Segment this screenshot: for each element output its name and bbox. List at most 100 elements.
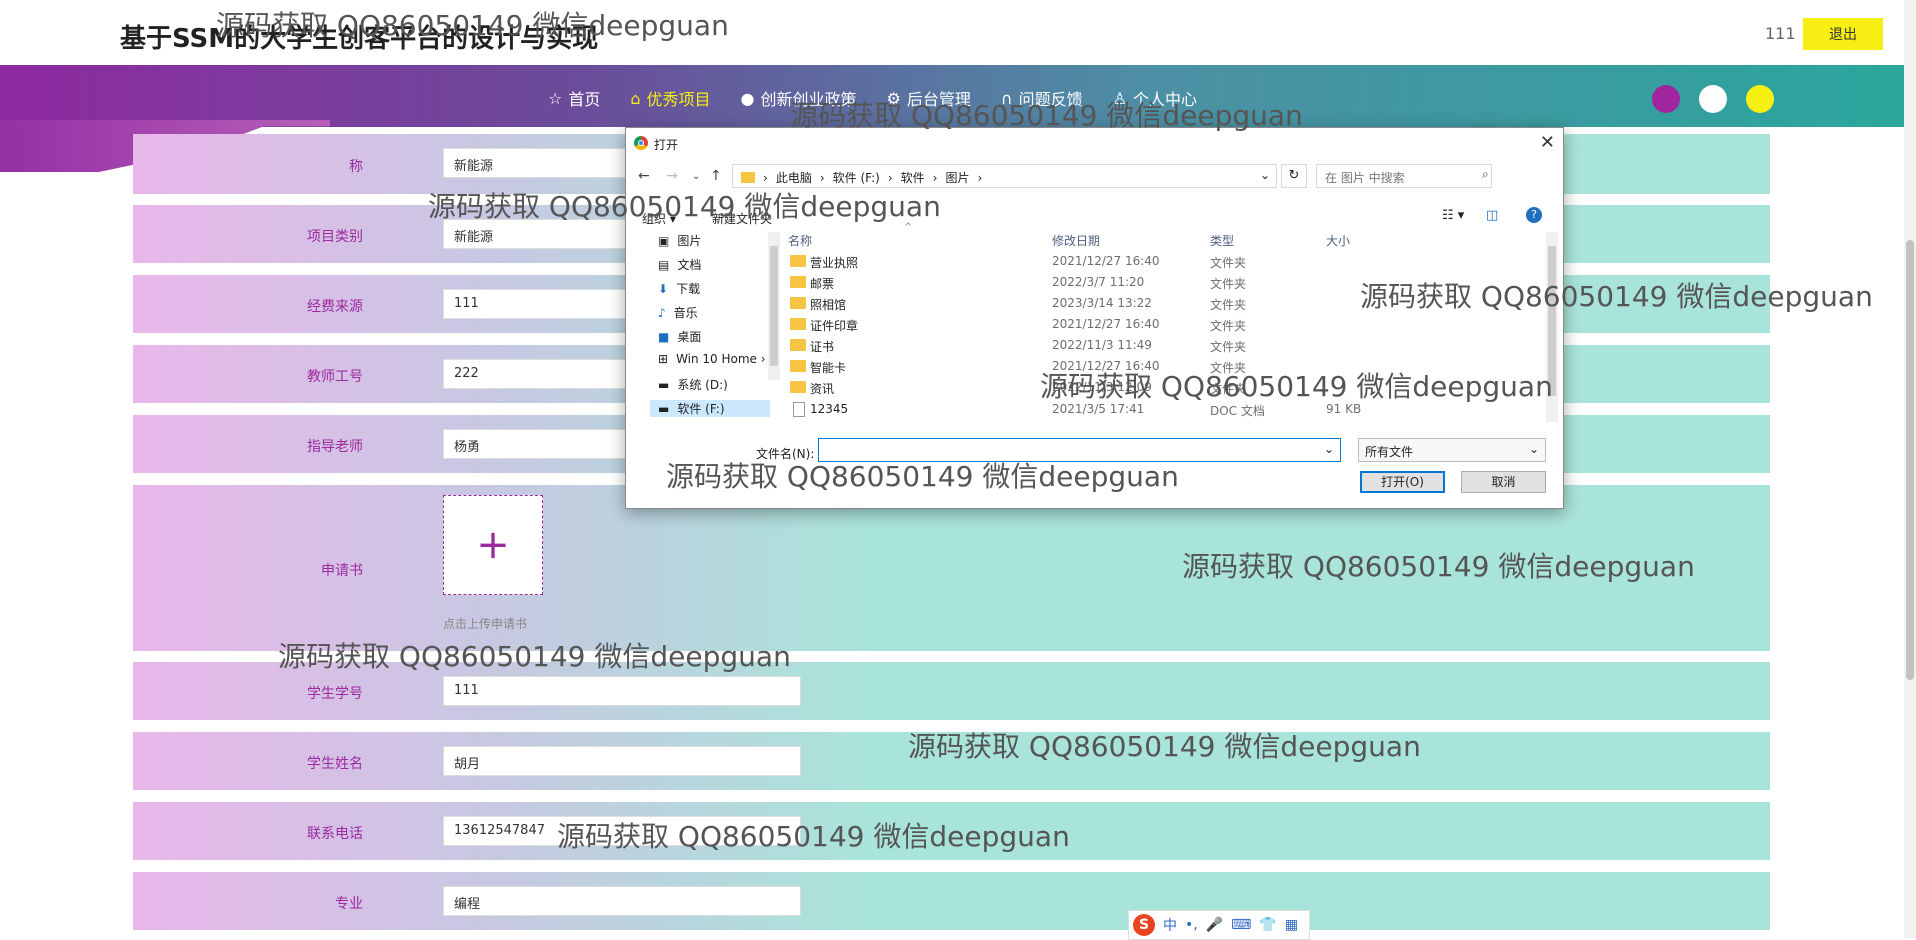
breadcrumb-item[interactable]: 图片 (945, 169, 969, 186)
sidebar-item-music[interactable]: ♪ 音乐 (658, 304, 698, 321)
nav-excellent-projects[interactable]: ⌂ 优秀项目 (630, 86, 710, 110)
field-label: 教师工号 (307, 369, 363, 385)
music-icon: ♪ (658, 305, 666, 320)
theme-dot-purple[interactable] (1652, 85, 1680, 113)
back-arrow-icon[interactable]: ← (638, 168, 650, 184)
forward-arrow-icon[interactable]: → (666, 168, 678, 184)
breadcrumb-item[interactable]: 软件 (F:) (833, 169, 880, 186)
field-label: 学生学号 (307, 686, 363, 702)
breadcrumb: › 此电脑 › 软件 (F:) › 软件 › 图片 › (741, 169, 982, 186)
student-id-input[interactable]: 111 (443, 676, 801, 706)
sidebar-item-network[interactable]: ⊞ Win 10 Home › (658, 352, 766, 366)
watermark: 源码获取 QQ86050149 微信deepguan (216, 9, 729, 42)
apps-icon[interactable]: ▦ (1285, 917, 1298, 933)
cancel-button[interactable]: 取消 (1461, 471, 1546, 493)
microphone-icon[interactable]: 🎤 (1206, 917, 1223, 933)
chevron-down-icon: ⌄ (1528, 442, 1539, 456)
user-name[interactable]: 111 (1765, 24, 1796, 43)
chevron-down-icon[interactable]: ⌄ (692, 171, 700, 182)
search-input[interactable]: 在 图片 中搜索 (1316, 164, 1492, 188)
scrollbar-thumb[interactable] (770, 246, 778, 366)
sidebar-scrollbar[interactable] (768, 232, 780, 380)
ime-toolbar: S 中 •, 🎤 ⌨ 👕 ▦ (1128, 910, 1310, 940)
drive-icon: ▬ (658, 377, 670, 392)
watermark: 源码获取 QQ86050149 微信deepguan (790, 99, 1303, 132)
folder-icon (790, 339, 806, 351)
folder-icon (741, 172, 755, 183)
theme-dot-white[interactable] (1699, 85, 1727, 113)
lock-icon: ⌂ (630, 88, 641, 108)
watermark: 源码获取 QQ86050149 微信deepguan (428, 190, 941, 223)
scrollbar-thumb[interactable] (1906, 240, 1914, 680)
folder-icon (790, 381, 806, 393)
watermark: 源码获取 QQ86050149 微信deepguan (557, 820, 1070, 853)
sidebar-item-desktop[interactable]: ■ 桌面 (658, 328, 701, 345)
breadcrumb-item[interactable]: 此电脑 (776, 169, 812, 186)
upload-hint: 点击上传申请书 (443, 617, 528, 631)
view-options-icon[interactable]: ☷ ▾ (1442, 208, 1464, 223)
folder-icon (790, 255, 806, 267)
file-row[interactable]: 证件印章 2021/12/27 16:40 文件夹 (786, 314, 1546, 335)
student-name-input[interactable]: 胡月 (443, 746, 801, 776)
chevron-down-icon[interactable]: ⌄ (1324, 442, 1334, 456)
sidebar-item-drive-d[interactable]: ▬ 系统 (D:) (658, 376, 728, 393)
form-row-major: 专业 编程 (133, 872, 1770, 930)
column-size[interactable]: 大小 (1326, 232, 1350, 249)
filetype-select[interactable]: 所有文件 ⌄ (1358, 438, 1546, 462)
dialog-sidebar: ▣ 图片 ▤ 文档 ⬇ 下载 ♪ 音乐 ■ 桌面 ⊞ Win 10 Home › ▬ 系统 (… (638, 232, 773, 417)
upload-button[interactable]: + (443, 495, 543, 595)
field-label: 指导老师 (307, 439, 363, 455)
watermark: 源码获取 QQ86050149 微信deepguan (908, 730, 1421, 763)
ime-punct[interactable]: •, (1185, 917, 1198, 933)
sidebar-item-downloads[interactable]: ⬇ 下载 (658, 280, 700, 297)
star-icon: ☆ (548, 88, 563, 108)
logout-button[interactable]: 退出 (1803, 18, 1883, 50)
help-icon[interactable]: ? (1526, 207, 1542, 223)
pictures-icon: ▣ (658, 233, 670, 248)
document-icon: ▤ (658, 257, 670, 272)
nav-home[interactable]: ☆ 首页 (548, 86, 600, 110)
preview-pane-icon[interactable]: ◫ (1486, 208, 1498, 223)
column-type[interactable]: 类型 (1210, 232, 1234, 249)
refresh-icon[interactable]: ↻ (1281, 164, 1307, 188)
theme-dot-yellow[interactable] (1746, 85, 1774, 113)
file-list-header: 名称 ^ 修改日期 类型 大小 (786, 222, 1546, 250)
ime-logo-icon[interactable]: S (1133, 914, 1155, 936)
sidebar-item-pictures[interactable]: ▣ 图片 (658, 232, 701, 249)
column-date[interactable]: 修改日期 (1052, 232, 1100, 249)
field-label: 专业 (335, 896, 363, 912)
close-icon[interactable]: ✕ (1540, 132, 1555, 153)
folder-icon (790, 297, 806, 309)
open-button[interactable]: 打开(O) (1360, 471, 1445, 493)
info-icon: ● (740, 88, 755, 108)
field-label: 联系电话 (307, 826, 363, 842)
folder-icon (790, 276, 806, 288)
column-name[interactable]: 名称 (788, 232, 812, 249)
sidebar-item-drive-f[interactable]: ▬ 软件 (F:) (650, 400, 770, 417)
search-icon: ⌕ (1482, 167, 1489, 181)
field-label: 项目类别 (307, 229, 363, 245)
breadcrumb-item[interactable]: 软件 (901, 169, 925, 186)
document-icon (793, 402, 805, 417)
file-row[interactable]: 营业执照 2021/12/27 16:40 文件夹 (786, 251, 1546, 272)
field-label: 称 (349, 159, 363, 175)
up-arrow-icon[interactable]: ↑ (710, 168, 722, 184)
sidebar-item-documents[interactable]: ▤ 文档 (658, 256, 701, 273)
watermark: 源码获取 QQ86050149 微信deepguan (1360, 280, 1873, 313)
page-scrollbar[interactable] (1904, 0, 1916, 938)
folder-icon (790, 318, 806, 330)
file-row[interactable]: 证书 2022/11/3 11:49 文件夹 (786, 335, 1546, 356)
plus-icon: + (476, 522, 510, 568)
network-icon: ⊞ (658, 352, 669, 366)
chrome-icon (634, 136, 648, 150)
major-input[interactable]: 编程 (443, 886, 801, 916)
field-label: 经费来源 (307, 299, 363, 315)
keyboard-icon[interactable]: ⌨ (1231, 917, 1251, 933)
ime-mode[interactable]: 中 (1163, 915, 1177, 935)
download-icon: ⬇ (658, 281, 669, 296)
chevron-down-icon[interactable]: ⌄ (1260, 168, 1270, 182)
watermark: 源码获取 QQ86050149 微信deepguan (1040, 370, 1553, 403)
skin-icon[interactable]: 👕 (1259, 917, 1276, 933)
drive-icon: ▬ (658, 401, 670, 416)
watermark: 源码获取 QQ86050149 微信deepguan (666, 460, 1179, 493)
